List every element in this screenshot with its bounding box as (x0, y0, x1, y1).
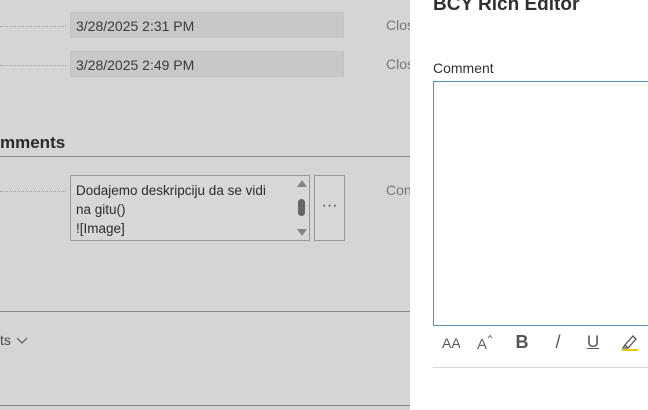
highlighter-icon (621, 335, 638, 351)
panel-title: BCY Rich Editor (433, 0, 580, 15)
bold-icon: B (515, 331, 529, 352)
font-size-icon: AA (442, 335, 460, 350)
grow-font-icon: A (477, 334, 493, 351)
comment-field-label: Comment (433, 60, 494, 76)
svg-text:AA: AA (442, 335, 460, 350)
underline-icon: U (586, 332, 600, 351)
editor-toolbar: AA A B / U (433, 330, 648, 354)
italic-button[interactable]: / (548, 330, 568, 354)
highlight-button[interactable] (619, 330, 641, 354)
panel-divider (433, 367, 648, 368)
rich-editor-panel: BCY Rich Editor Comment AA A B / U (410, 0, 648, 410)
grow-font-button[interactable]: A (475, 330, 495, 354)
font-size-button[interactable]: AA (441, 330, 461, 354)
modal-backdrop[interactable] (0, 0, 410, 410)
svg-text:A: A (477, 336, 487, 351)
italic-icon: / (555, 331, 561, 352)
bold-button[interactable]: B (512, 330, 532, 354)
rich-text-editor[interactable] (433, 81, 648, 326)
underline-button[interactable]: U (583, 330, 603, 354)
highlight-color-swatch (622, 349, 638, 351)
